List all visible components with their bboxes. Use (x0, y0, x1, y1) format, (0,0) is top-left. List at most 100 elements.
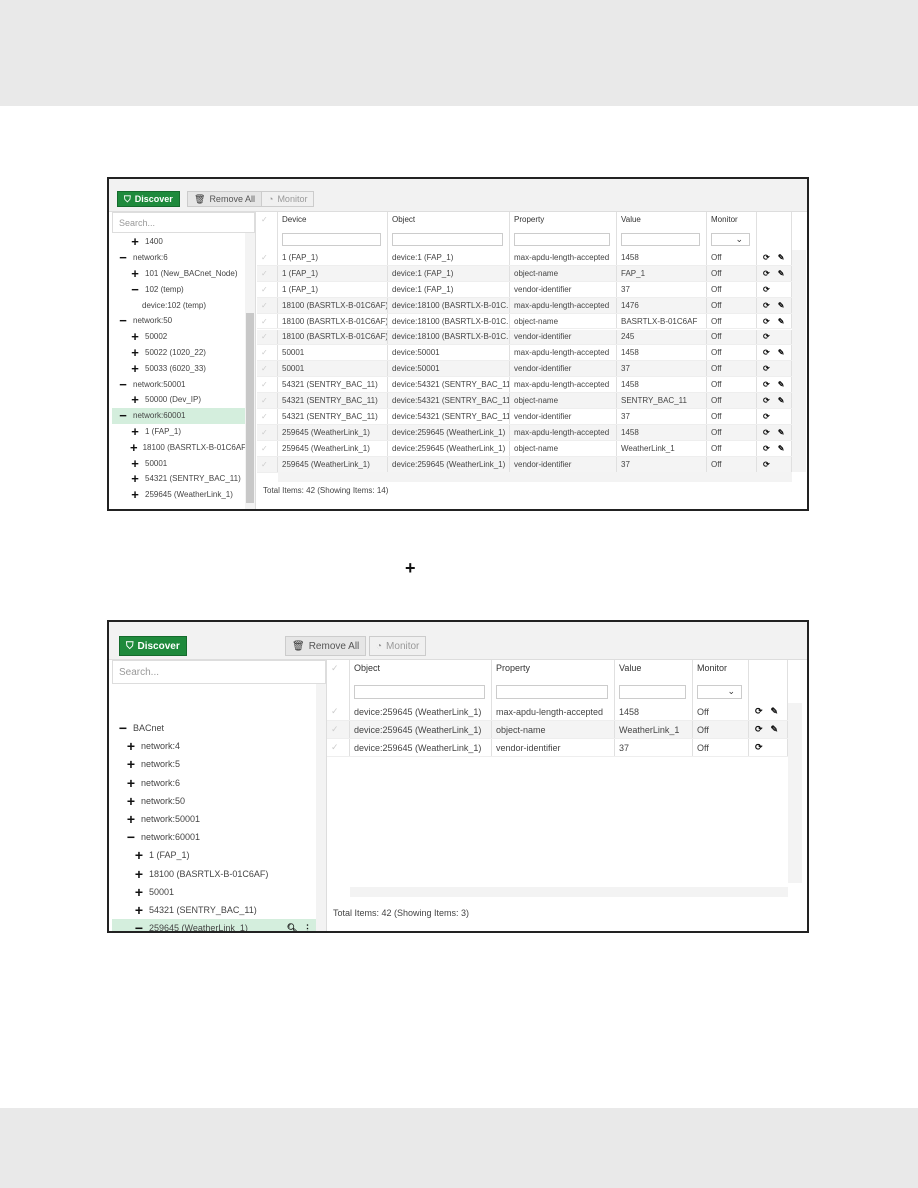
tree-node[interactable]: +101 (New_BACnet_Node) (112, 266, 245, 282)
collapse-icon[interactable]: − (118, 377, 128, 392)
tree-node[interactable]: − network:6 (112, 250, 245, 266)
collapse-icon[interactable]: − (126, 829, 136, 845)
tree-node[interactable]: − network:60001 (112, 828, 316, 846)
row-checkbox[interactable]: ✓ (327, 721, 350, 738)
pencil-icon[interactable]: ✎ (778, 301, 785, 310)
table-row[interactable]: ✓ device:259645 (WeatherLink_1) object-nam… (327, 721, 788, 739)
row-checkbox[interactable]: ✓ (257, 329, 278, 345)
refresh-icon[interactable]: ⟳ (763, 253, 770, 262)
row-checkbox[interactable]: ✓ (257, 265, 278, 281)
tree-node[interactable]: + network:50 (112, 792, 316, 810)
expand-icon[interactable]: + (126, 756, 136, 772)
tree-node[interactable]: + network:5 (112, 755, 316, 773)
expand-icon[interactable]: + (130, 471, 140, 486)
tree-node[interactable]: +50002 (112, 329, 245, 345)
table-row[interactable]: ✓ 18100 (BASRTLX-B-01C6AF) device:18100 (B… (257, 313, 792, 330)
collapse-icon[interactable]: − (130, 282, 140, 297)
tree-node[interactable]: +50001 (112, 883, 316, 901)
collapse-icon[interactable]: − (118, 250, 128, 265)
scrollbar-thumb[interactable] (246, 313, 254, 503)
refresh-icon[interactable]: ⟳ (763, 364, 770, 373)
table-row[interactable]: ✓ 1 (FAP_1) device:1 (FAP_1) vendor-identif… (257, 281, 792, 298)
tree-node[interactable]: −102 (temp) (112, 281, 245, 297)
monitor-button[interactable]: ◔ Monitor (261, 191, 315, 207)
refresh-icon[interactable]: ⟳ (763, 269, 770, 278)
table-row[interactable]: ✓ 50001 device:50001 max-apdu-length-accept… (257, 345, 792, 362)
remove-all-button[interactable]: 🗑 Remove All (187, 191, 262, 207)
table-row[interactable]: ✓ 18100 (BASRTLX-B-01C6AF) device:18100 (B… (257, 329, 792, 346)
column-filter-input[interactable] (514, 233, 610, 246)
column-filter-input[interactable] (621, 233, 700, 246)
kebab-menu-icon[interactable]: ⋮ (303, 923, 312, 931)
remove-all-button[interactable]: 🗑 Remove All (285, 636, 367, 656)
tree-node[interactable]: +18100 (BASRTLX-B-01C6AF) (112, 439, 249, 455)
refresh-icon[interactable]: ⟳ (763, 428, 770, 437)
column-header[interactable]: Monitor ⌄ (707, 212, 757, 250)
column-header[interactable]: Property (492, 660, 615, 703)
discover-button[interactable]: ⛉ Discover (117, 191, 180, 207)
tree-node[interactable]: −259645 (WeatherLink_1) 🔍︎ ⋮ (112, 919, 316, 931)
row-checkbox[interactable]: ✓ (327, 739, 350, 756)
refresh-icon[interactable]: ⟳ (763, 396, 770, 405)
column-header[interactable]: Object (388, 212, 510, 250)
grid-vertical-scrollbar[interactable] (788, 703, 802, 883)
table-row[interactable]: ✓ 1 (FAP_1) device:1 (FAP_1) max-apdu-lengt… (257, 250, 792, 266)
tree-node[interactable]: + network:50001 (112, 810, 316, 828)
tree-node[interactable]: +54321 (SENTRY_BAC_11) (112, 471, 245, 487)
refresh-icon[interactable]: ⟳ (763, 332, 770, 341)
column-header[interactable]: Value (615, 660, 693, 703)
table-row[interactable]: ✓ 54321 (SENTRY_BAC_11) device:54321 (SENT… (257, 409, 792, 425)
column-filter-input[interactable] (392, 233, 503, 246)
expand-icon[interactable]: + (126, 775, 136, 791)
table-row[interactable]: ✓ 259645 (WeatherLink_1) device:259645 (We… (257, 440, 792, 457)
pencil-icon[interactable]: ✎ (778, 380, 785, 389)
row-checkbox[interactable]: ✓ (257, 424, 278, 440)
pencil-icon[interactable]: ✎ (778, 253, 785, 262)
tree-node[interactable]: +1 (FAP_1) (112, 424, 245, 440)
pencil-icon[interactable]: ✎ (778, 269, 785, 278)
column-filter-input[interactable] (354, 685, 485, 699)
pencil-icon[interactable]: ✎ (778, 428, 785, 437)
search-input[interactable]: Search... (112, 660, 326, 684)
pencil-icon[interactable]: ✎ (771, 706, 779, 717)
discover-button[interactable]: ⛉ Discover (119, 636, 187, 656)
row-checkbox[interactable]: ✓ (257, 409, 278, 424)
expand-icon[interactable]: + (130, 424, 140, 439)
tree-node[interactable]: +1400 (112, 234, 245, 250)
refresh-icon[interactable]: ⟳ (763, 317, 770, 326)
select-all-column[interactable]: ✓ (257, 212, 278, 250)
expand-icon[interactable]: + (134, 866, 144, 882)
refresh-icon[interactable]: ⟳ (763, 444, 770, 453)
monitor-filter-select[interactable]: ⌄ (697, 685, 742, 699)
expand-icon[interactable]: + (134, 902, 144, 918)
expand-icon[interactable]: + (130, 329, 140, 344)
tree-node[interactable]: + network:4 (112, 737, 316, 755)
expand-icon[interactable]: + (134, 847, 144, 863)
search-icon[interactable]: 🔍︎ (287, 923, 298, 931)
search-input[interactable]: Search... (112, 212, 255, 233)
collapse-icon[interactable]: − (118, 720, 128, 736)
pencil-icon[interactable]: ✎ (771, 724, 779, 735)
monitor-filter-select[interactable]: ⌄ (711, 233, 750, 246)
column-header[interactable]: Monitor ⌄ (693, 660, 749, 703)
tree-node[interactable]: +50033 (6020_33) (112, 360, 245, 376)
column-header[interactable]: Property (510, 212, 617, 250)
expand-icon[interactable]: + (130, 266, 140, 281)
row-checkbox[interactable]: ✓ (257, 281, 278, 297)
pencil-icon[interactable]: ✎ (778, 396, 785, 405)
row-checkbox[interactable]: ✓ (257, 440, 278, 456)
refresh-icon[interactable]: ⟳ (763, 460, 770, 469)
table-row[interactable]: ✓ 18100 (BASRTLX-B-01C6AF) device:18100 (B… (257, 297, 792, 314)
tree-node[interactable]: − network:60001 (112, 407, 245, 424)
row-checkbox[interactable]: ✓ (257, 377, 278, 393)
row-checkbox[interactable]: ✓ (257, 361, 278, 377)
tree-node[interactable]: +54321 (SENTRY_BAC_11) (112, 901, 316, 919)
grid-horizontal-scrollbar[interactable] (278, 472, 792, 482)
row-checkbox[interactable]: ✓ (257, 456, 278, 472)
grid-vertical-scrollbar[interactable] (792, 250, 806, 472)
tree-node[interactable]: +18100 (BASRTLX-B-01C6AF) (112, 865, 316, 883)
tree-scrollbar[interactable] (245, 233, 255, 509)
column-header[interactable]: Device (278, 212, 388, 250)
tree-node[interactable]: +1 (FAP_1) (112, 846, 316, 864)
row-checkbox[interactable]: ✓ (327, 703, 350, 720)
